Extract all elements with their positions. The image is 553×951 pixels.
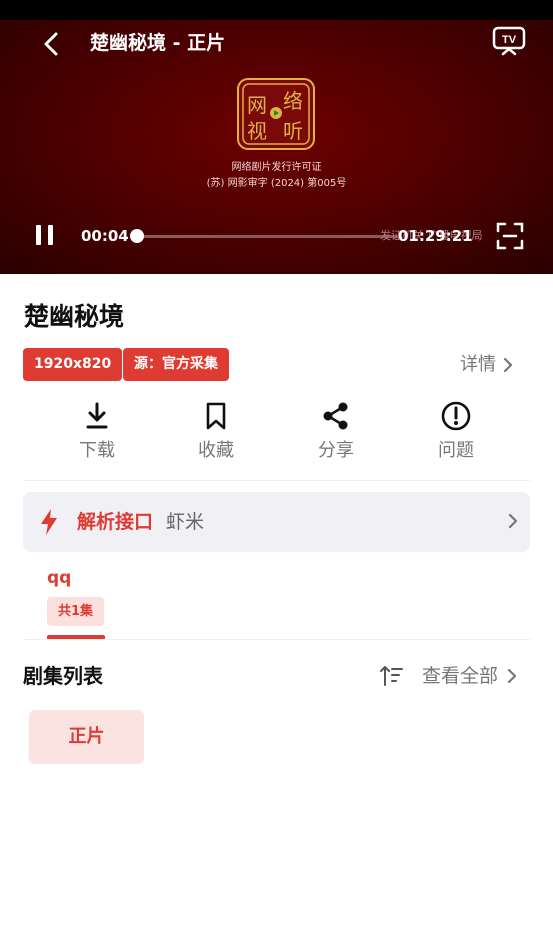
- video-player[interactable]: 楚幽秘境 - 正片 TV 网 络 视 听 网络剧片发行许可证 (苏) 网影审字 …: [0, 20, 553, 274]
- duration-time: 01:29:21: [398, 227, 473, 245]
- download-button[interactable]: 下载: [57, 400, 137, 464]
- detail-label: 详情: [460, 354, 496, 375]
- episode-count-badge: 共1集: [47, 597, 105, 626]
- share-label: 分享: [318, 440, 354, 461]
- sort-icon[interactable]: [378, 663, 404, 689]
- player-title: 楚幽秘境 - 正片: [90, 32, 226, 54]
- svg-text:络: 络: [283, 89, 303, 113]
- parser-label: 解析接口: [77, 511, 154, 533]
- svg-text:听: 听: [283, 119, 303, 143]
- bookmark-icon: [206, 402, 226, 430]
- share-button[interactable]: 分享: [296, 400, 376, 464]
- resolution-tag: 1920x820: [23, 348, 123, 381]
- download-label: 下载: [79, 440, 115, 461]
- progress-handle[interactable]: [130, 229, 144, 243]
- episode-button[interactable]: 正片: [29, 710, 144, 764]
- divider: [23, 639, 530, 640]
- svg-text:TV: TV: [502, 34, 517, 46]
- back-arrow-icon[interactable]: [38, 30, 66, 58]
- chevron-right-icon: [508, 513, 518, 529]
- episode-list-title: 剧集列表: [23, 664, 103, 688]
- svg-text:视: 视: [247, 119, 267, 143]
- detail-link[interactable]: 详情: [460, 352, 514, 378]
- alert-icon: [441, 401, 471, 431]
- source-tab-qq[interactable]: qq: [47, 566, 71, 590]
- tv-cast-icon[interactable]: TV: [492, 26, 526, 56]
- license-seal-logo: 网 络 视 听: [237, 78, 315, 150]
- chevron-right-icon: [503, 357, 513, 373]
- view-all-link[interactable]: 查看全部: [422, 662, 518, 690]
- pause-icon[interactable]: [34, 223, 56, 247]
- action-bar: 下载 收藏 分享 问题: [0, 400, 553, 470]
- svg-text:网: 网: [247, 93, 267, 117]
- chevron-right-icon: [507, 668, 517, 684]
- parser-selector[interactable]: 解析接口 虾米: [23, 492, 530, 552]
- bookmark-label: 收藏: [198, 440, 234, 461]
- current-time: 00:04: [81, 227, 129, 245]
- status-bar: [0, 0, 553, 20]
- divider: [23, 480, 530, 481]
- license-line-1: 网络剧片发行许可证: [231, 162, 322, 173]
- source-tag: 源：官方采集: [123, 348, 229, 381]
- fullscreen-icon[interactable]: [496, 222, 524, 250]
- license-line-2: (苏) 网影审字 (2024) 第005号: [206, 178, 347, 189]
- view-all-label: 查看全部: [422, 665, 499, 687]
- bookmark-button[interactable]: 收藏: [176, 400, 256, 464]
- lightning-icon: [41, 509, 57, 535]
- share-icon: [323, 402, 348, 430]
- report-issue-button[interactable]: 问题: [416, 400, 496, 464]
- progress-track[interactable]: [136, 235, 398, 238]
- report-issue-label: 问题: [438, 440, 474, 461]
- video-title: 楚幽秘境: [24, 302, 125, 331]
- parser-value: 虾米: [166, 511, 205, 533]
- download-icon: [86, 402, 108, 429]
